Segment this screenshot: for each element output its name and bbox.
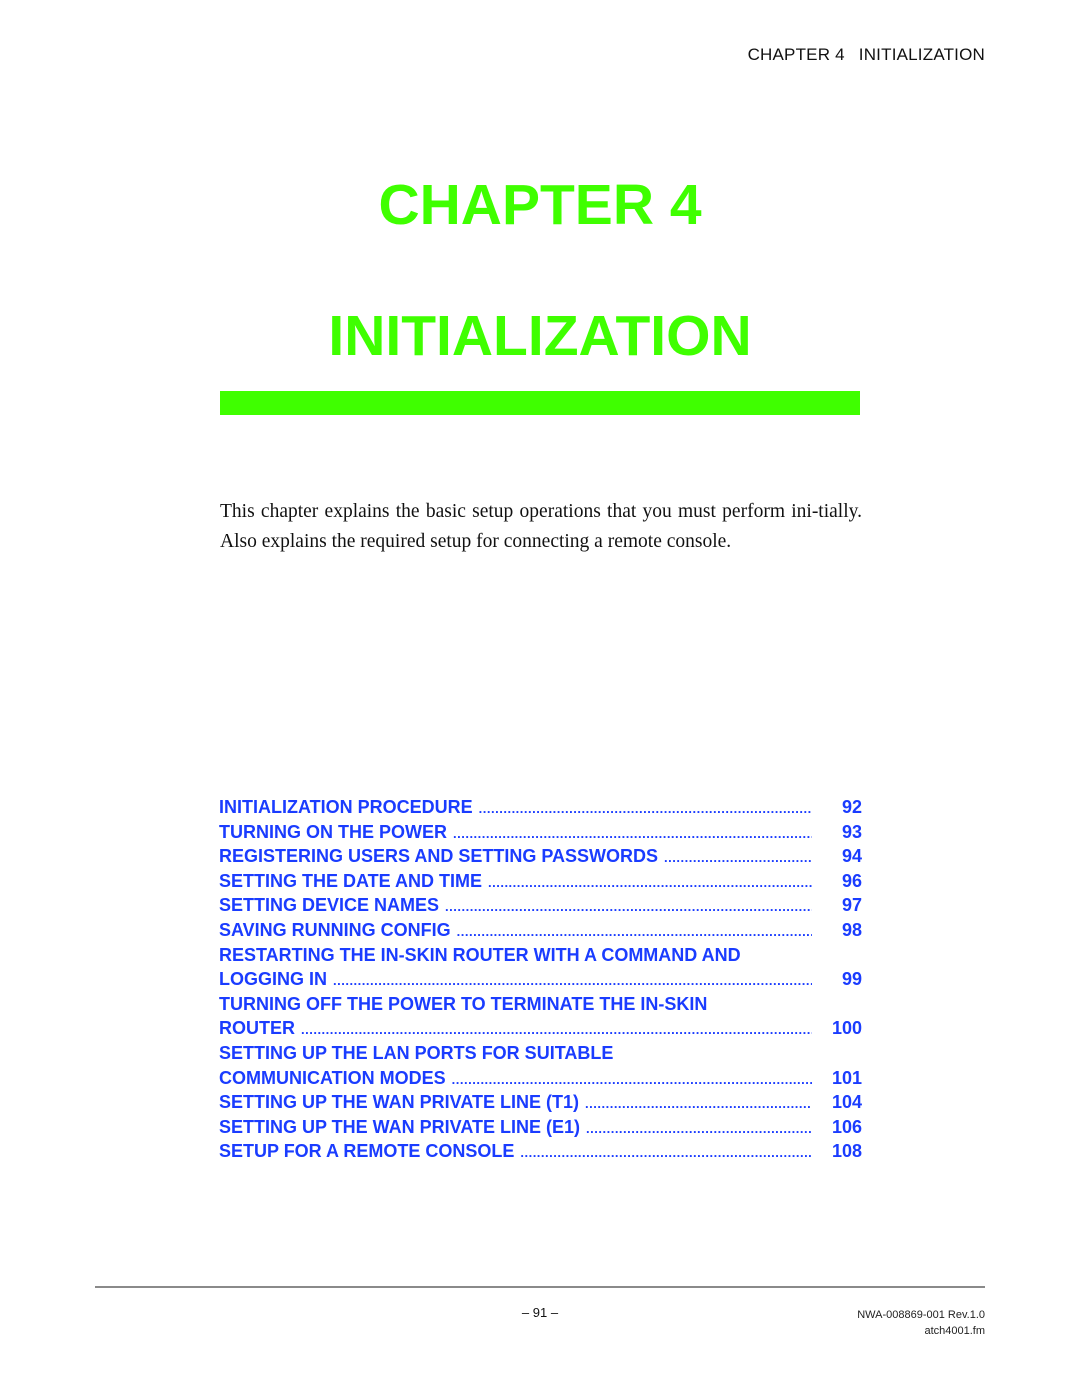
source-file-name: atch4001.fm <box>924 1325 985 1337</box>
toc-entry[interactable]: SETUP FOR A REMOTE CONSOLE 108 <box>219 1139 862 1164</box>
toc-entry-title[interactable]: INITIALIZATION PROCEDURE <box>219 795 479 820</box>
toc-entry-page[interactable]: 106 <box>812 1115 862 1140</box>
toc-dot-leader <box>479 797 812 820</box>
toc-dot-leader <box>301 1018 812 1041</box>
toc-dot-leader <box>333 969 812 992</box>
title-underline-bar <box>220 391 860 415</box>
toc-entry-title[interactable]: LOGGING IN <box>219 967 333 992</box>
running-header-title: INITIALIZATION <box>858 45 985 64</box>
toc-entry-page[interactable]: 100 <box>812 1016 862 1041</box>
running-header-chapter: CHAPTER 4 <box>747 45 845 64</box>
chapter-intro-paragraph: This chapter explains the basic setup op… <box>220 501 862 552</box>
toc-entry[interactable]: INITIALIZATION PROCEDURE 92 <box>219 795 862 820</box>
toc-entry-title[interactable]: SETTING DEVICE NAMES <box>219 893 445 918</box>
toc-entry-page[interactable]: 101 <box>812 1066 862 1091</box>
toc-entry-title[interactable]: COMMUNICATION MODES <box>219 1066 452 1091</box>
toc-entry-page[interactable]: 104 <box>812 1090 862 1115</box>
toc-entry[interactable]: SAVING RUNNING CONFIG 98 <box>219 918 862 943</box>
toc-entry[interactable]: SETTING UP THE LAN PORTS FOR SUITABLE CO… <box>219 1041 862 1090</box>
toc-entry[interactable]: SETTING UP THE WAN PRIVATE LINE (E1) 106 <box>219 1115 862 1140</box>
toc-entry[interactable]: TURNING OFF THE POWER TO TERMINATE THE I… <box>219 992 862 1041</box>
toc-dot-leader <box>445 895 812 918</box>
toc-entry-page[interactable]: 93 <box>812 820 862 845</box>
toc-entry-title[interactable]: ROUTER <box>219 1016 301 1041</box>
toc-entry-page[interactable]: 108 <box>812 1139 862 1164</box>
toc-entry[interactable]: SETTING UP THE WAN PRIVATE LINE (T1) 104 <box>219 1090 862 1115</box>
running-header: CHAPTER 4 INITIALIZATION <box>0 45 985 65</box>
toc-dot-leader <box>520 1141 812 1164</box>
toc-entry[interactable]: RESTARTING THE IN-SKIN ROUTER WITH A COM… <box>219 943 862 992</box>
toc-dot-leader <box>586 1117 812 1140</box>
toc-entry[interactable]: TURNING ON THE POWER 93 <box>219 820 862 845</box>
toc-entry-page[interactable]: 98 <box>812 918 862 943</box>
toc-entry[interactable]: SETTING THE DATE AND TIME 96 <box>219 869 862 894</box>
toc-entry-title-line1[interactable]: SETTING UP THE LAN PORTS FOR SUITABLE <box>219 1041 862 1066</box>
chapter-number-heading: CHAPTER 4 <box>378 173 702 237</box>
toc-dot-leader <box>453 822 812 845</box>
toc-entry-title[interactable]: SETTING UP THE WAN PRIVATE LINE (E1) <box>219 1115 586 1140</box>
toc-entry-page[interactable]: 92 <box>812 795 862 820</box>
toc-entry-title[interactable]: SAVING RUNNING CONFIG <box>219 918 457 943</box>
toc-entry-title[interactable]: TURNING ON THE POWER <box>219 820 453 845</box>
toc-entry-page[interactable]: 96 <box>812 869 862 894</box>
toc-entry-title[interactable]: SETUP FOR A REMOTE CONSOLE <box>219 1139 520 1164</box>
toc-entry-title[interactable]: REGISTERING USERS AND SETTING PASSWORDS <box>219 844 664 869</box>
toc-dot-leader <box>488 871 812 894</box>
toc-dot-leader <box>664 846 812 869</box>
toc-entry-page[interactable]: 99 <box>812 967 862 992</box>
toc-entry-title[interactable]: SETTING THE DATE AND TIME <box>219 869 488 894</box>
document-id: NWA-008869-001 Rev.1.0 <box>857 1309 985 1321</box>
toc-entry-page[interactable]: 94 <box>812 844 862 869</box>
footer-divider <box>95 1286 985 1288</box>
toc-entry-title[interactable]: SETTING UP THE WAN PRIVATE LINE (T1) <box>219 1090 585 1115</box>
chapter-title-heading: INITIALIZATION <box>328 304 752 368</box>
toc-entry-title-line1[interactable]: TURNING OFF THE POWER TO TERMINATE THE I… <box>219 992 862 1017</box>
toc-entry[interactable]: SETTING DEVICE NAMES 97 <box>219 893 862 918</box>
toc-entry-page[interactable]: 97 <box>812 893 862 918</box>
toc-dot-leader <box>452 1068 812 1091</box>
toc-dot-leader <box>457 920 812 943</box>
table-of-contents: INITIALIZATION PROCEDURE 92 TURNING ON TH… <box>219 795 862 1164</box>
toc-dot-leader <box>585 1092 812 1115</box>
toc-entry[interactable]: REGISTERING USERS AND SETTING PASSWORDS 9… <box>219 844 862 869</box>
toc-entry-title-line1[interactable]: RESTARTING THE IN-SKIN ROUTER WITH A COM… <box>219 943 862 968</box>
document-info: NWA-008869-001 Rev.1.0 atch4001.fm <box>857 1307 985 1339</box>
